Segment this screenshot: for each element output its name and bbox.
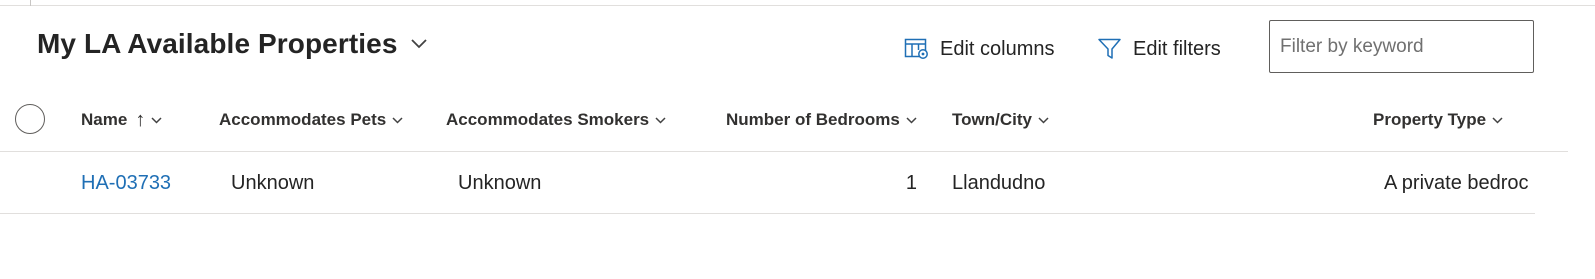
grid-header-row: Name ↑ Accommodates Pets Accommodates Sm… — [0, 88, 1568, 152]
funnel-icon — [1098, 38, 1121, 59]
cell-property-type: A private bedroc — [1384, 171, 1529, 194]
top-divider — [0, 0, 1595, 6]
edit-columns-label: Edit columns — [940, 37, 1055, 60]
view-selector[interactable]: My LA Available Properties — [37, 28, 428, 60]
view-title: My LA Available Properties — [37, 28, 398, 59]
cell-accommodates-smokers: Unknown — [458, 171, 542, 194]
top-divider-tick — [30, 0, 31, 6]
cell-name-link[interactable]: HA-03733 — [81, 153, 171, 213]
chevron-down-icon — [392, 116, 403, 124]
column-header-name[interactable]: Name ↑ — [81, 108, 162, 132]
column-header-label: Property Type — [1373, 110, 1487, 129]
chevron-down-icon — [1492, 116, 1503, 124]
table-row[interactable]: HA-03733 Unknown Unknown 1 Llandudno A p… — [0, 153, 1535, 214]
column-header-label: Accommodates Smokers — [446, 110, 650, 129]
cell-number-of-bedrooms: 1 — [905, 171, 917, 194]
column-header-town-city[interactable]: Town/City — [952, 108, 1049, 132]
chevron-down-icon — [655, 116, 666, 124]
sort-ascending-icon: ↑ — [135, 108, 146, 131]
column-header-accommodates-smokers[interactable]: Accommodates Smokers — [446, 108, 666, 132]
column-header-property-type[interactable]: Property Type — [1373, 108, 1503, 132]
select-all-checkbox[interactable] — [15, 104, 45, 134]
column-header-label: Accommodates Pets — [219, 110, 387, 129]
column-header-label: Number of Bedrooms — [726, 110, 900, 129]
column-header-label: Town/City — [952, 110, 1032, 129]
chevron-down-icon — [906, 116, 917, 124]
column-header-accommodates-pets[interactable]: Accommodates Pets — [219, 108, 403, 132]
cell-town-city: Llandudno — [952, 171, 1046, 194]
column-header-label: Name — [81, 110, 128, 129]
edit-filters-button[interactable]: Edit filters — [1097, 34, 1221, 64]
edit-columns-button[interactable]: Edit columns — [904, 34, 1055, 64]
cell-accommodates-pets: Unknown — [231, 171, 315, 194]
chevron-down-icon — [410, 39, 427, 49]
chevron-down-icon — [151, 116, 162, 124]
column-header-number-of-bedrooms[interactable]: Number of Bedrooms — [726, 108, 917, 132]
edit-filters-label: Edit filters — [1133, 37, 1221, 60]
chevron-down-icon — [1038, 116, 1049, 124]
filter-keyword-input[interactable] — [1269, 20, 1534, 73]
edit-columns-icon — [904, 38, 928, 59]
